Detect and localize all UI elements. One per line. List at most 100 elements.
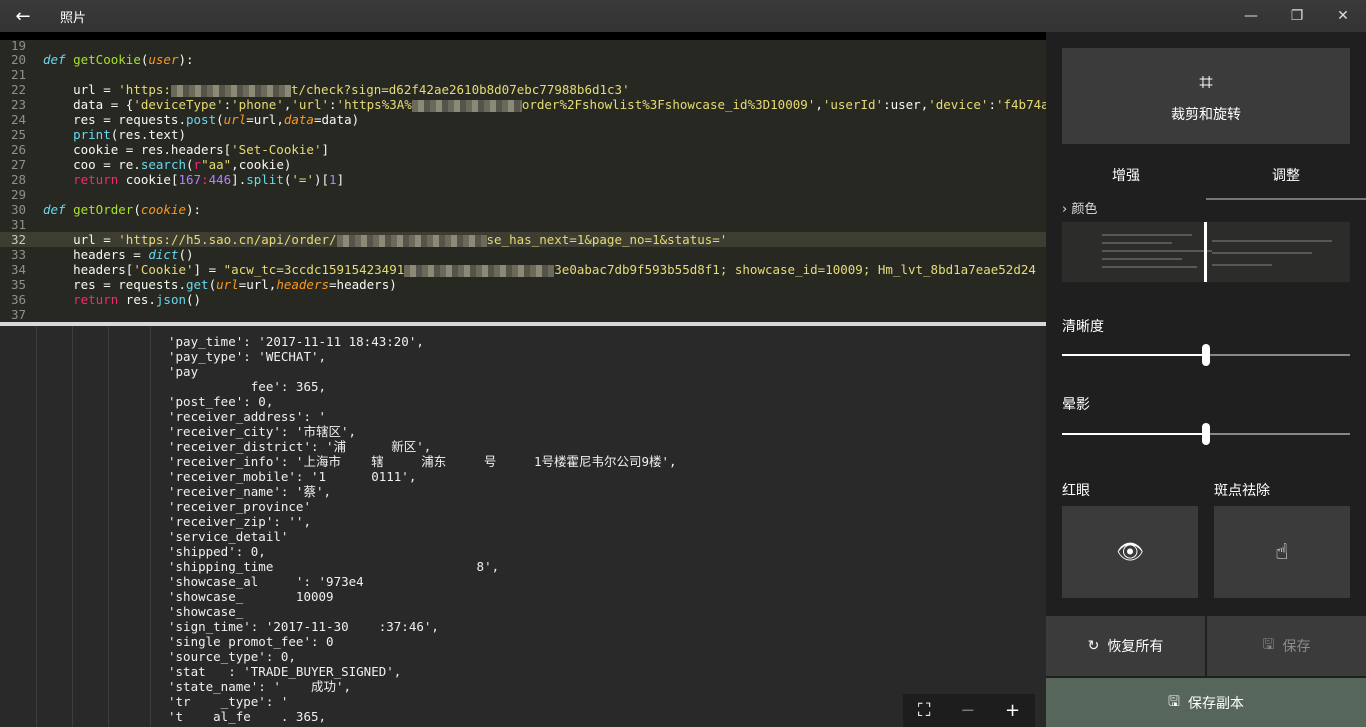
console-line: 'tr _type': ' xyxy=(168,694,289,709)
redacted-region xyxy=(411,99,522,112)
code-line: 20 def getCookie(user): xyxy=(10,52,194,67)
console-line: 'receiver_info': '上海市 辖 浦东 号 1号楼霍尼韦尔公司9楼… xyxy=(168,454,677,469)
color-section-header[interactable]: › 颜色 xyxy=(1062,198,1097,217)
touch-icon: ☝ xyxy=(1275,539,1289,565)
console-line: 'post_fee': 0, xyxy=(168,394,274,409)
code-line-active: 32 url = 'https://h5.sao.cn/api/order/se… xyxy=(0,232,1046,247)
thumb-text xyxy=(1212,252,1312,254)
tab-adjust[interactable]: 调整 xyxy=(1206,160,1366,200)
redacted-region xyxy=(170,84,291,97)
crop-rotate-button[interactable]: ⌗ 裁剪和旋转 xyxy=(1062,48,1350,144)
crop-rotate-label: 裁剪和旋转 xyxy=(1171,107,1241,123)
color-preview-strip[interactable] xyxy=(1062,222,1350,282)
console-line: 'showcase_al ': '973e4 xyxy=(168,574,364,589)
console-line: 'sign_time': '2017-11-30 :37:46', xyxy=(168,619,439,634)
console-line: 'showcase_ xyxy=(168,604,244,619)
code-line: 24 res = requests.post(url=url,data=data… xyxy=(10,112,360,127)
code-line: 25 print(res.text) xyxy=(10,127,187,142)
redacted-region xyxy=(336,234,487,247)
crop-icon: ⌗ xyxy=(1199,68,1213,96)
photo-canvas[interactable]: 19 20 def getCookie(user): 21 22 url = 'h… xyxy=(0,32,1046,727)
code-line: 29 xyxy=(10,187,26,202)
vignette-label: 晕影 xyxy=(1062,397,1090,413)
revert-all-button[interactable]: ↻ 恢复所有 xyxy=(1046,616,1205,676)
fit-to-window-icon[interactable]: ⛶ xyxy=(918,700,931,721)
eye-icon: 👁 xyxy=(1116,539,1144,565)
console-line: 'receiver_address': ' xyxy=(168,409,327,424)
console-line: 'shipped': 0, xyxy=(168,544,266,559)
spot-fix-label: 斑点祛除 xyxy=(1214,483,1270,499)
console-line: 'pay_time': '2017-11-11 18:43:20', xyxy=(168,334,424,349)
thumb-text xyxy=(1102,258,1182,260)
code-line: 23 data = {'deviceType':'phone','url':'h… xyxy=(10,97,1046,112)
console-line: 'single promot_fee': 0 xyxy=(168,634,334,649)
slider-thumb[interactable] xyxy=(1202,344,1210,366)
close-button[interactable]: ✕ xyxy=(1320,0,1366,32)
zoom-toolbar: ⛶ − + xyxy=(903,694,1035,727)
zoom-in-icon[interactable]: + xyxy=(1005,700,1020,721)
chevron-right-icon: › xyxy=(1062,202,1068,217)
app-title: 照片 xyxy=(60,10,87,26)
red-eye-button[interactable]: 👁 xyxy=(1062,506,1198,598)
code-line: 34 headers['Cookie'] = "acw_tc=3ccdc1591… xyxy=(10,262,1036,277)
minimize-button[interactable]: — xyxy=(1228,0,1274,32)
console-line: 'service_detail' xyxy=(168,529,289,544)
thumb-text xyxy=(1212,264,1272,266)
grid-line xyxy=(72,326,73,727)
grid-line xyxy=(150,326,151,727)
code-line: 22 url = 'https: t/check?sign=d62f42ae261… xyxy=(10,82,630,97)
back-button[interactable]: ← xyxy=(0,0,46,32)
console-line: fee': 365, xyxy=(168,379,327,394)
console-line: 'receiver_city': '市辖区', xyxy=(168,424,357,439)
tab-enhance[interactable]: 增强 xyxy=(1046,160,1206,200)
clarity-slider[interactable] xyxy=(1062,344,1350,366)
save-copy-icon: 🖫 xyxy=(1168,693,1180,710)
vignette-slider[interactable] xyxy=(1062,423,1350,445)
console-line: 'pay xyxy=(168,364,199,379)
spot-fix-button[interactable]: ☝ xyxy=(1214,506,1350,598)
thumb-text xyxy=(1102,242,1172,244)
slider-thumb[interactable] xyxy=(1202,423,1210,445)
revert-all-label: 恢复所有 xyxy=(1107,639,1164,655)
console-line: 'receiver_province' xyxy=(168,499,311,514)
save-label: 保存 xyxy=(1282,639,1311,655)
clarity-label: 清晰度 xyxy=(1062,319,1104,335)
code-line: 27 coo = re.search(r"aa",cookie) xyxy=(10,157,292,172)
edit-tabs: 增强 调整 xyxy=(1046,160,1366,200)
code-line: 36 return res.json() xyxy=(10,292,202,307)
restore-icon: ❐ xyxy=(1290,8,1304,24)
thumb-text xyxy=(1102,250,1212,252)
maximize-button[interactable]: ❐ xyxy=(1274,0,1320,32)
color-slider-handle[interactable] xyxy=(1204,222,1207,282)
color-label: 颜色 xyxy=(1071,202,1098,217)
save-copy-button[interactable]: 🖫 保存副本 xyxy=(1046,678,1366,727)
code-line: 21 xyxy=(10,67,26,82)
code-line: 37 xyxy=(10,307,26,322)
thumb-text xyxy=(1102,234,1192,236)
console-line: 'receiver_mobile': '1 0111', xyxy=(168,469,417,484)
console-line: 'shipping_time 8', xyxy=(168,559,500,574)
console-line: 'pay_type': 'WECHAT', xyxy=(168,349,327,364)
thumb-text xyxy=(1102,266,1197,268)
console-line: 'state_name': ' 成功', xyxy=(168,679,352,694)
slider-fill xyxy=(1062,354,1206,356)
code-line: 26 cookie = res.headers['Set-Cookie'] xyxy=(10,142,329,157)
code-line: 30 def getOrder(cookie): xyxy=(10,202,202,217)
console-line: 'receiver_district': '浦 新区', xyxy=(168,439,432,454)
grid-line xyxy=(36,326,37,727)
close-icon: ✕ xyxy=(1337,8,1349,24)
code-screenshot: 19 20 def getCookie(user): 21 22 url = 'h… xyxy=(0,40,1046,322)
console-output: 'pay_time': '2017-11-11 18:43:20', 'pay_… xyxy=(0,326,1046,727)
save-copy-label: 保存副本 xyxy=(1187,695,1244,712)
minimize-icon: — xyxy=(1244,8,1258,24)
save-button[interactable]: 🖫 保存 xyxy=(1207,616,1366,676)
console-line: 't al_fe . 365, xyxy=(168,709,327,724)
code-line: 33 headers = dict() xyxy=(10,247,194,262)
save-icon: 🖫 xyxy=(1262,637,1275,653)
console-line: 'source_type': 0, xyxy=(168,649,296,664)
red-eye-label: 红眼 xyxy=(1062,483,1090,499)
code-line: 31 xyxy=(10,217,26,232)
thumb-text xyxy=(1212,240,1332,242)
slider-fill xyxy=(1062,433,1206,435)
zoom-out-icon[interactable]: − xyxy=(960,700,975,721)
